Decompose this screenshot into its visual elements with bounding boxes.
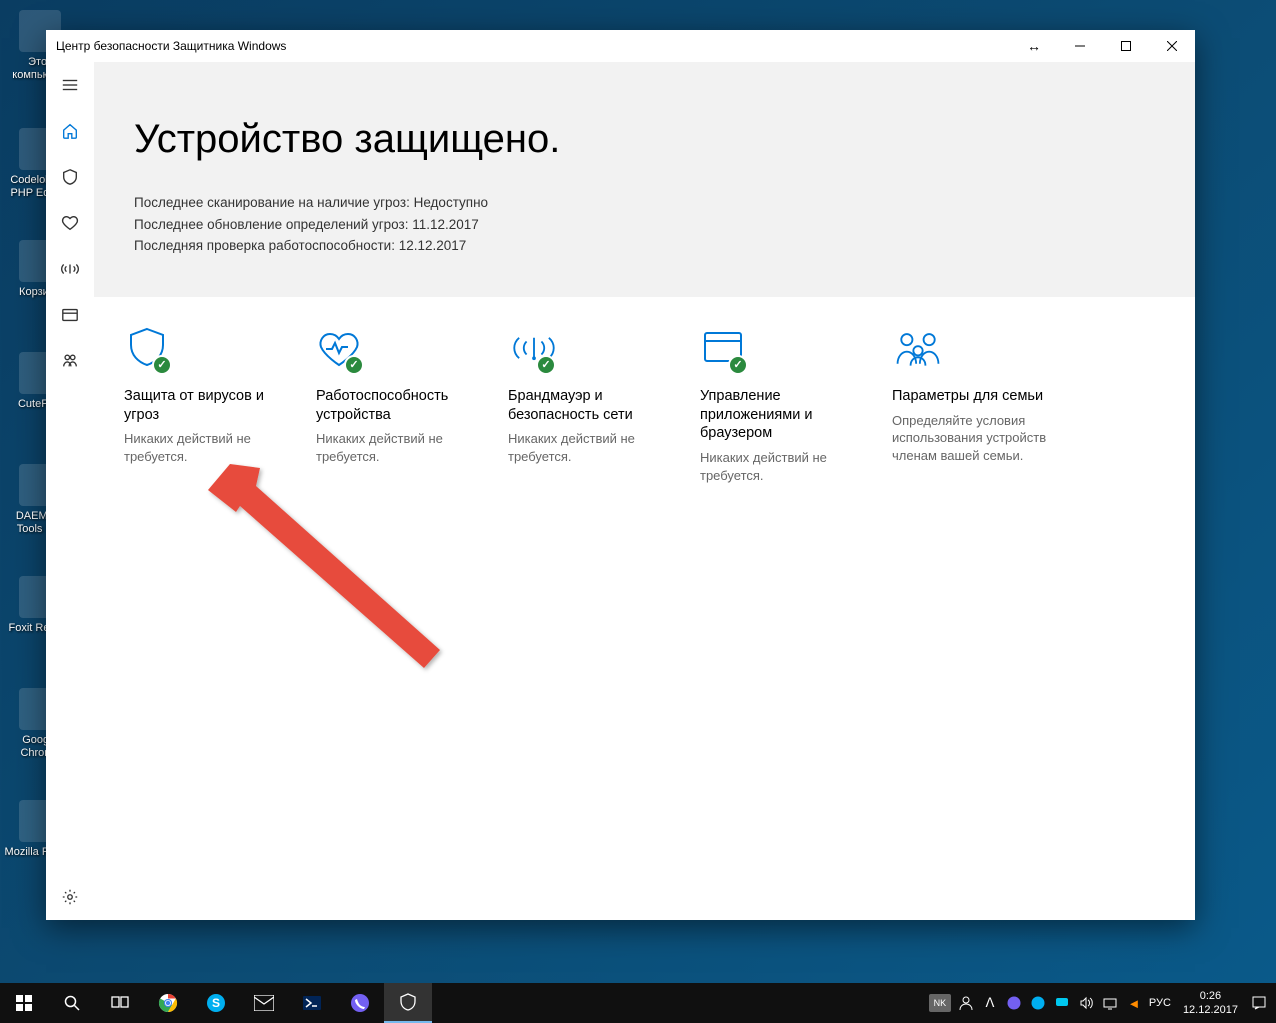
tile-device-health[interactable]: Работоспособность устройства Никаких дей… bbox=[316, 325, 492, 485]
tile-family[interactable]: Параметры для семьи Определяйте условия … bbox=[892, 325, 1068, 485]
svg-text:S: S bbox=[212, 996, 220, 1010]
nav-settings[interactable] bbox=[46, 874, 94, 920]
action-center-icon[interactable] bbox=[1250, 994, 1268, 1012]
taskbar-app-chrome[interactable] bbox=[144, 983, 192, 1023]
taskbar-app-defender[interactable] bbox=[384, 983, 432, 1023]
status-block: Последнее сканирование на наличие угроз:… bbox=[134, 192, 1155, 257]
taskbar-app-powershell[interactable] bbox=[288, 983, 336, 1023]
status-value: 12.12.2017 bbox=[399, 238, 467, 253]
titlebar: Центр безопасности Защитника Windows ↔ bbox=[46, 30, 1195, 62]
defender-window: Центр безопасности Защитника Windows ↔ bbox=[46, 30, 1195, 920]
tile-sub: Никаких действий не требуется. bbox=[700, 449, 876, 484]
tile-title: Защита от вирусов и угроз bbox=[124, 387, 300, 425]
check-badge-icon bbox=[152, 355, 172, 375]
tile-app-browser[interactable]: Управление приложениями и браузером Ника… bbox=[700, 325, 876, 485]
clock-date: 12.12.2017 bbox=[1183, 1003, 1238, 1017]
tray-flag-icon[interactable]: ◄ bbox=[1125, 994, 1143, 1012]
tray-chevron-icon[interactable]: ᐱ bbox=[981, 994, 999, 1012]
check-badge-icon bbox=[344, 355, 364, 375]
tile-title: Брандмауэр и безопасность сети bbox=[508, 387, 684, 425]
status-label: Последнее обновление определений угроз: bbox=[134, 217, 408, 232]
people-icon[interactable] bbox=[957, 994, 975, 1012]
task-view-button[interactable] bbox=[96, 983, 144, 1023]
nav-home[interactable] bbox=[46, 108, 94, 154]
resize-handle-icon[interactable]: ↔ bbox=[1011, 30, 1057, 62]
check-badge-icon bbox=[728, 355, 748, 375]
check-badge-icon bbox=[536, 355, 556, 375]
tile-firewall[interactable]: Брандмауэр и безопасность сети Никаких д… bbox=[508, 325, 684, 485]
nav-firewall[interactable] bbox=[46, 246, 94, 292]
tile-sub: Никаких действий не требуется. bbox=[508, 430, 684, 465]
nav-strip bbox=[46, 62, 94, 920]
window-title: Центр безопасности Защитника Windows bbox=[56, 39, 286, 53]
language-indicator[interactable]: РУС bbox=[1149, 997, 1171, 1009]
maximize-button[interactable] bbox=[1103, 30, 1149, 62]
system-tray: NK ᐱ ◄ РУС 0:26 12.12.2017 bbox=[929, 989, 1276, 1018]
taskbar-app-mail[interactable] bbox=[240, 983, 288, 1023]
page-title: Устройство защищено. bbox=[134, 117, 1155, 162]
shield-icon bbox=[124, 325, 180, 373]
family-icon bbox=[892, 325, 948, 373]
nav-virus-protection[interactable] bbox=[46, 154, 94, 200]
tile-sub: Никаких действий не требуется. bbox=[316, 430, 492, 465]
heart-icon bbox=[316, 325, 372, 373]
minimize-button[interactable] bbox=[1057, 30, 1103, 62]
nav-family[interactable] bbox=[46, 338, 94, 384]
tile-title: Управление приложениями и браузером bbox=[700, 387, 876, 444]
taskbar-app-skype[interactable]: S bbox=[192, 983, 240, 1023]
clock-time: 0:26 bbox=[1183, 989, 1238, 1003]
window-controls: ↔ bbox=[1011, 30, 1195, 62]
taskbar-app-viber[interactable] bbox=[336, 983, 384, 1023]
tray-volume-icon[interactable] bbox=[1077, 994, 1095, 1012]
close-button[interactable] bbox=[1149, 30, 1195, 62]
hamburger-button[interactable] bbox=[46, 62, 94, 108]
browser-icon bbox=[700, 325, 756, 373]
tile-virus-protection[interactable]: Защита от вирусов и угроз Никаких действ… bbox=[124, 325, 300, 485]
nav-device-health[interactable] bbox=[46, 200, 94, 246]
tile-sub: Никаких действий не требуется. bbox=[124, 430, 300, 465]
tray-network-icon[interactable] bbox=[1101, 994, 1119, 1012]
tile-title: Работоспособность устройства bbox=[316, 387, 492, 425]
status-label: Последнее сканирование на наличие угроз: bbox=[134, 195, 410, 210]
taskbar: S NK ᐱ ◄ bbox=[0, 983, 1276, 1023]
hero-section: Устройство защищено. Последнее сканирова… bbox=[94, 62, 1195, 297]
desktop: Этот компьютерCodelobster PHP EditionКор… bbox=[0, 0, 1276, 1023]
tray-viber-icon[interactable] bbox=[1005, 994, 1023, 1012]
status-value: Недоступно bbox=[414, 195, 488, 210]
tray-skype-icon[interactable] bbox=[1029, 994, 1047, 1012]
tile-sub: Определяйте условия использования устрой… bbox=[892, 412, 1068, 465]
clock[interactable]: 0:26 12.12.2017 bbox=[1177, 989, 1244, 1018]
tiles-row: Защита от вирусов и угроз Никаких действ… bbox=[94, 297, 1195, 513]
tray-chat-icon[interactable] bbox=[1053, 994, 1071, 1012]
status-label: Последняя проверка работоспособности: bbox=[134, 238, 395, 253]
window-body: Устройство защищено. Последнее сканирова… bbox=[46, 62, 1195, 920]
status-value: 11.12.2017 bbox=[412, 217, 479, 232]
content-area: Устройство защищено. Последнее сканирова… bbox=[94, 62, 1195, 920]
search-button[interactable] bbox=[48, 983, 96, 1023]
start-button[interactable] bbox=[0, 983, 48, 1023]
tile-title: Параметры для семьи bbox=[892, 387, 1068, 406]
signal-icon bbox=[508, 325, 564, 373]
user-badge[interactable]: NK bbox=[929, 994, 951, 1012]
nav-app-browser[interactable] bbox=[46, 292, 94, 338]
